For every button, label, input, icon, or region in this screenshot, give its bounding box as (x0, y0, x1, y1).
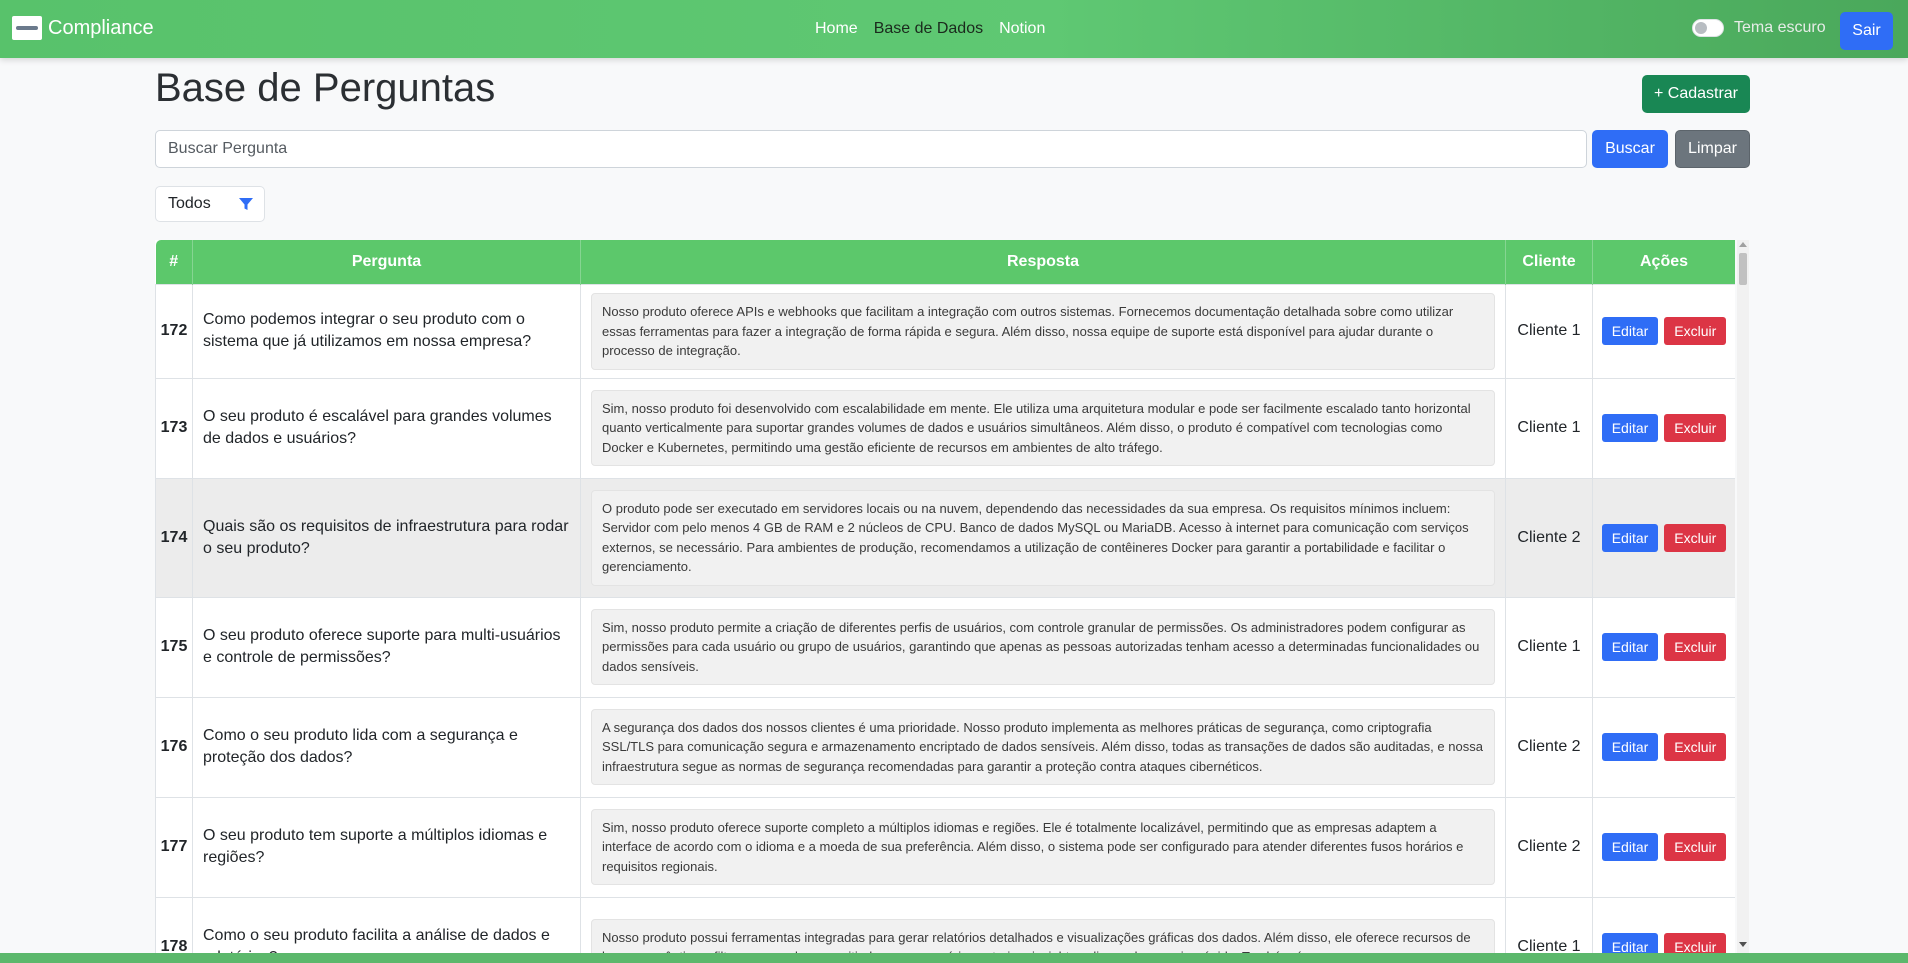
nav-link-base-de-dados[interactable]: Base de Dados (874, 20, 983, 38)
row-pergunta: O seu produto oferece suporte para multi… (192, 596, 581, 698)
row-id: 175 (155, 596, 193, 698)
row-actions: Editar Excluir (1592, 477, 1735, 598)
delete-button[interactable]: Excluir (1664, 414, 1727, 442)
row-cliente: Cliente 2 (1505, 696, 1593, 798)
row-cliente: Cliente 1 (1505, 377, 1593, 479)
row-pergunta: Como podemos integrar o seu produto com … (192, 284, 581, 379)
questions-table-container: # Pergunta Resposta Cliente Ações 172 Co… (155, 240, 1735, 953)
table-row: 175 O seu produto oferece suporte para m… (155, 596, 1735, 698)
row-resposta: Nosso produto possui ferramentas integra… (591, 918, 1495, 953)
column-header-cliente: Cliente (1505, 240, 1593, 285)
row-resposta: Nosso produto oferece APIs e webhooks qu… (591, 293, 1495, 370)
table-header-row: # Pergunta Resposta Cliente Ações (155, 240, 1735, 285)
row-id: 173 (155, 377, 193, 479)
row-resposta-cell: Nosso produto oferece APIs e webhooks qu… (580, 284, 1506, 379)
edit-button[interactable]: Editar (1601, 414, 1659, 442)
table-row: 178 Como o seu produto facilita a anális… (155, 896, 1735, 953)
row-id: 172 (155, 284, 193, 379)
row-resposta: Sim, nosso produto oferece suporte compl… (591, 808, 1495, 886)
row-pergunta: O seu produto é escalável para grandes v… (192, 377, 581, 479)
row-cliente: Cliente 2 (1505, 796, 1593, 898)
row-resposta-cell: Nosso produto possui ferramentas integra… (580, 896, 1506, 953)
row-resposta: Sim, nosso produto foi desenvolvido com … (591, 389, 1495, 467)
column-header-id: # (155, 240, 193, 285)
row-pergunta: O seu produto tem suporte a múltiplos id… (192, 796, 581, 898)
footer-bar (0, 953, 1908, 963)
row-actions: Editar Excluir (1592, 377, 1735, 479)
brand-logo-icon (12, 16, 42, 40)
logout-button[interactable]: Sair (1840, 12, 1893, 50)
brand[interactable]: Compliance (12, 16, 154, 40)
edit-button[interactable]: Editar (1601, 633, 1659, 661)
edit-button[interactable]: Editar (1601, 523, 1659, 552)
filter-icon (239, 198, 253, 210)
row-id: 176 (155, 696, 193, 798)
nav-link-notion[interactable]: Notion (999, 20, 1045, 38)
row-pergunta: Como o seu produto lida com a segurança … (192, 696, 581, 798)
row-pergunta: Como o seu produto facilita a análise de… (192, 896, 581, 953)
table-row: 177 O seu produto tem suporte a múltiplo… (155, 796, 1735, 898)
edit-button[interactable]: Editar (1601, 833, 1659, 861)
nav-link-home[interactable]: Home (815, 20, 858, 38)
row-actions: Editar Excluir (1592, 284, 1735, 379)
nav-links: Home Base de Dados Notion (815, 20, 1045, 38)
scroll-down-arrow-icon[interactable] (1739, 942, 1747, 947)
delete-button[interactable]: Excluir (1664, 523, 1727, 552)
search-input[interactable] (155, 130, 1587, 168)
row-id: 178 (155, 896, 193, 953)
row-actions: Editar Excluir (1592, 696, 1735, 798)
row-actions: Editar Excluir (1592, 796, 1735, 898)
row-cliente: Cliente 2 (1505, 477, 1593, 598)
row-id: 177 (155, 796, 193, 898)
row-resposta-cell: Sim, nosso produto permite a criação de … (580, 596, 1506, 698)
column-header-resposta: Resposta (580, 240, 1506, 285)
theme-toggle: Tema escuro (1692, 19, 1826, 37)
page-title: Base de Perguntas (155, 66, 496, 110)
delete-button[interactable]: Excluir (1664, 633, 1727, 661)
edit-button[interactable]: Editar (1601, 933, 1659, 953)
dark-theme-switch[interactable] (1692, 19, 1724, 37)
row-actions: Editar Excluir (1592, 596, 1735, 698)
row-resposta-cell: Sim, nosso produto oferece suporte compl… (580, 796, 1506, 898)
clear-button[interactable]: Limpar (1675, 130, 1750, 168)
edit-button[interactable]: Editar (1601, 733, 1659, 761)
delete-button[interactable]: Excluir (1664, 733, 1727, 761)
brand-name: Compliance (48, 16, 154, 39)
row-cliente: Cliente 1 (1505, 284, 1593, 379)
row-resposta-cell: O produto pode ser executado em servidor… (580, 477, 1506, 598)
row-actions: Editar Excluir (1592, 896, 1735, 953)
row-pergunta: Quais são os requisitos de infraestrutur… (192, 477, 581, 598)
row-resposta: Sim, nosso produto permite a criação de … (591, 608, 1495, 686)
table-row: 173 O seu produto é escalável para grand… (155, 377, 1735, 479)
scrollbar-thumb[interactable] (1739, 253, 1747, 285)
edit-button[interactable]: Editar (1601, 317, 1659, 346)
table-row: 172 Como podemos integrar o seu produto … (155, 284, 1735, 379)
table-row: 174 Quais são os requisitos de infraestr… (155, 477, 1735, 598)
row-id: 174 (155, 477, 193, 598)
navbar: Compliance Home Base de Dados Notion Tem… (0, 0, 1908, 58)
scroll-up-arrow-icon[interactable] (1739, 242, 1747, 247)
search-button[interactable]: Buscar (1592, 130, 1668, 168)
table-scrollbar[interactable] (1737, 240, 1749, 953)
row-resposta-cell: Sim, nosso produto foi desenvolvido com … (580, 377, 1506, 479)
add-question-button[interactable]: + Cadastrar (1642, 75, 1750, 113)
delete-button[interactable]: Excluir (1664, 833, 1727, 861)
questions-table: # Pergunta Resposta Cliente Ações 172 Co… (155, 240, 1735, 953)
column-header-pergunta: Pergunta (192, 240, 581, 285)
row-cliente: Cliente 1 (1505, 896, 1593, 953)
table-row: 176 Como o seu produto lida com a segura… (155, 696, 1735, 798)
delete-button[interactable]: Excluir (1664, 933, 1727, 953)
column-header-acoes: Ações (1592, 240, 1735, 285)
filter-selected-value: Todos (168, 195, 211, 212)
row-cliente: Cliente 1 (1505, 596, 1593, 698)
delete-button[interactable]: Excluir (1664, 317, 1727, 346)
dark-theme-label: Tema escuro (1734, 19, 1826, 36)
row-resposta: O produto pode ser executado em servidor… (591, 489, 1495, 586)
row-resposta-cell: A segurança dos dados dos nossos cliente… (580, 696, 1506, 798)
client-filter-select[interactable]: Todos (155, 186, 265, 222)
row-resposta: A segurança dos dados dos nossos cliente… (591, 708, 1495, 786)
